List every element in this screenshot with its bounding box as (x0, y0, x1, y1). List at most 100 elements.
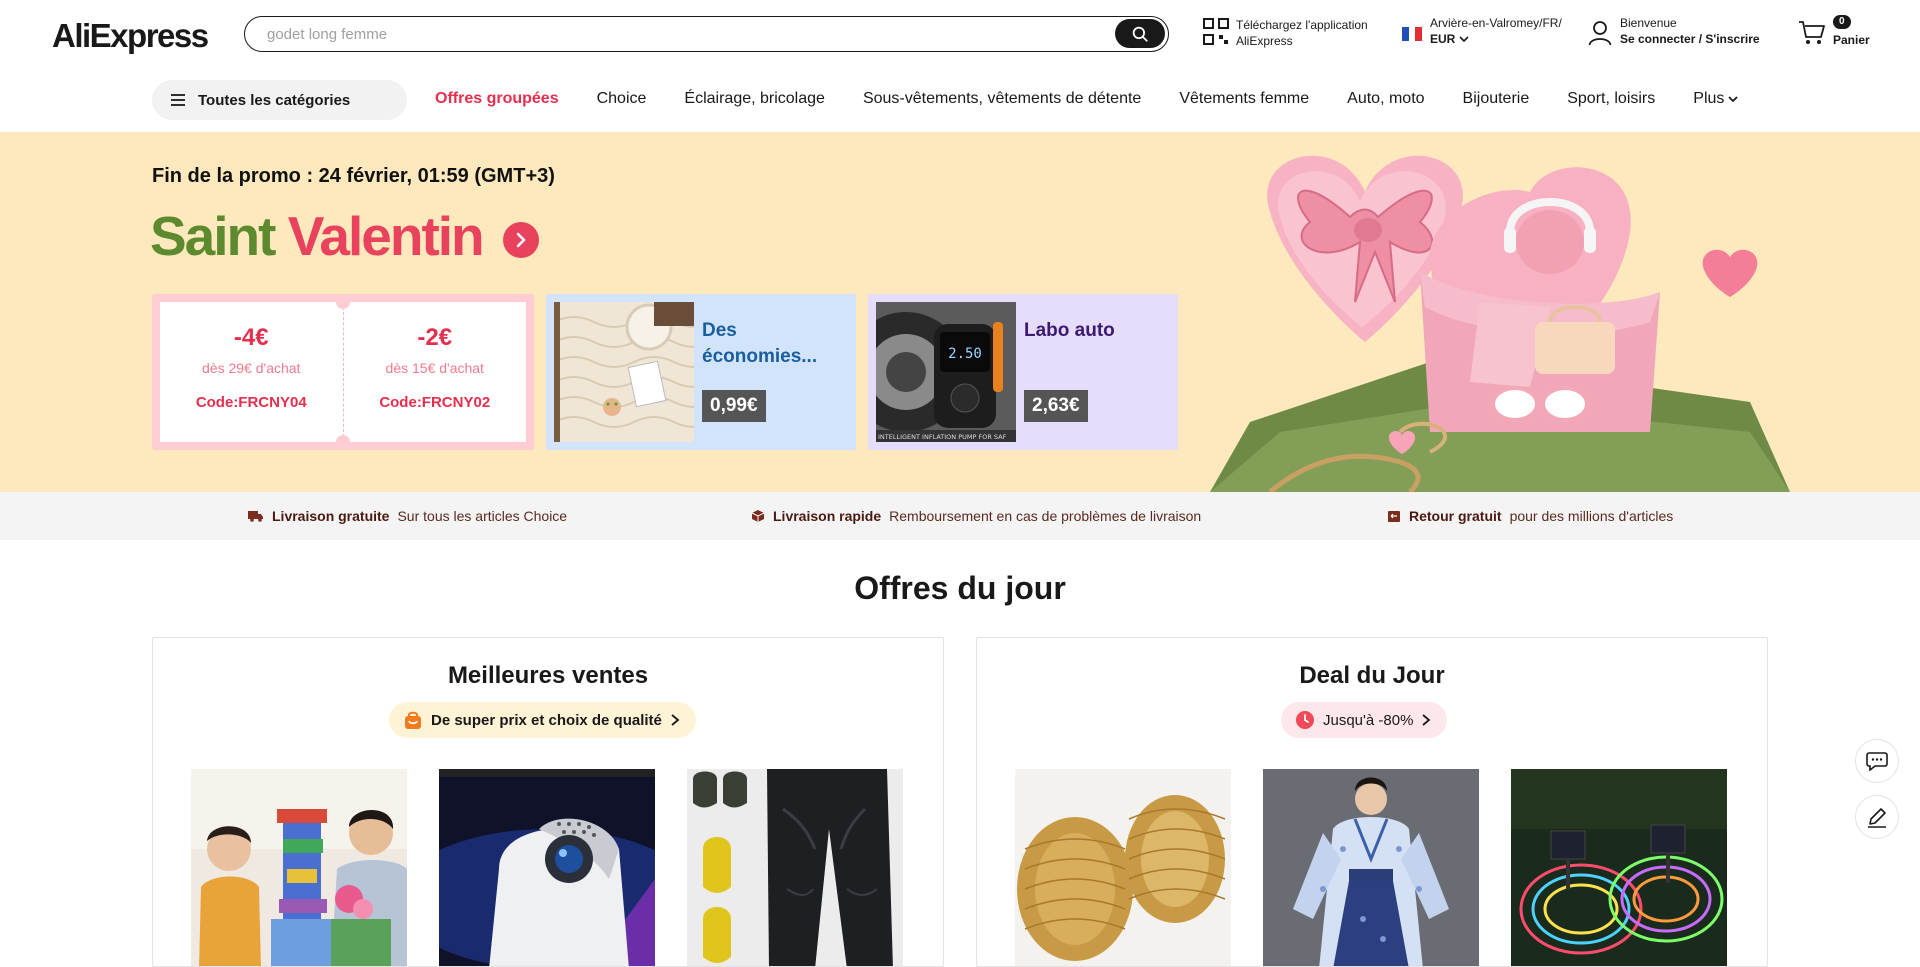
chevron-right-icon (671, 714, 680, 726)
deal-title: Des économies... (702, 320, 818, 367)
coupon-card[interactable]: -4€ dès 29€ d'achat Code:FRCNY04 -2€ dès… (152, 294, 534, 450)
header: AliExpress Téléchargez l'application Ali… (0, 0, 1920, 70)
pill-label: Jusqu'à -80% (1323, 711, 1414, 729)
truck-icon (248, 511, 263, 522)
deal-card-labo-auto[interactable]: 2.50 INTELLIGENT INFLATION PUMP FOR SAF … (868, 294, 1178, 450)
deal-of-the-day-box: Deal du Jour Jusqu'à -80% (976, 637, 1768, 967)
chevron-down-icon (1728, 96, 1739, 103)
nav-more-button[interactable]: Plus (1693, 90, 1739, 108)
deal-of-the-day-pill[interactable]: Jusqu'à -80% (1281, 702, 1448, 738)
coupon-2[interactable]: -2€ dès 15€ d'achat Code:FRCNY02 (342, 302, 527, 442)
app-line2: AliExpress (1236, 34, 1293, 48)
product-image-hanfu-dress[interactable] (1263, 769, 1479, 966)
box-title[interactable]: Deal du Jour (977, 662, 1767, 690)
location-currency-selector[interactable]: Arvière-en-Valromey/FR/ EUR (1430, 15, 1562, 47)
cart-label[interactable]: Panier (1833, 33, 1870, 47)
deal-image-pump: 2.50 INTELLIGENT INFLATION PUMP FOR SAF (876, 302, 1016, 442)
account-link[interactable]: Bienvenue Se connecter / S'inscrire (1620, 15, 1760, 47)
deal-card-economies[interactable]: Des économies... 0,99€ (546, 294, 856, 450)
banner-title-word2: Valentin (287, 205, 485, 267)
benefit-text: pour des millions d'articles (1509, 508, 1674, 524)
deal-price: 0,99€ (702, 390, 766, 422)
search-button[interactable] (1115, 19, 1165, 48)
benefit-bold: Livraison rapide (773, 508, 882, 524)
benefit-text: Remboursement en cas de problèmes de liv… (889, 508, 1202, 524)
coupon-code: Code:FRCNY02 (379, 394, 491, 411)
coupon-amount: -4€ (233, 324, 269, 351)
cart-icon[interactable] (1798, 20, 1826, 50)
product-image-moto-pants[interactable] (687, 769, 903, 966)
banner-title[interactable]: Saint Valentin (150, 204, 485, 268)
box-title[interactable]: Meilleures ventes (153, 662, 943, 690)
section-title: Offres du jour (854, 570, 1066, 606)
menu-icon (171, 94, 185, 106)
location-text: Arvière-en-Valromey/FR/ (1430, 16, 1562, 30)
product-image-building-blocks[interactable] (191, 769, 407, 966)
chevron-down-icon (1459, 36, 1469, 43)
nav-more-label: Plus (1693, 90, 1725, 107)
search-icon (1132, 26, 1148, 42)
promo-banner[interactable]: Fin de la promo : 24 février, 01:59 (GMT… (0, 132, 1920, 492)
coupon-notch (336, 295, 350, 309)
best-sellers-pill[interactable]: De super prix et choix de qualité (389, 702, 696, 738)
product-image-gold-chain[interactable] (1015, 769, 1231, 966)
banner-arrow-button[interactable] (503, 222, 539, 258)
france-flag-icon (1402, 27, 1423, 41)
clock-icon (1296, 711, 1314, 729)
feedback-button[interactable] (1855, 795, 1899, 839)
currency-text: EUR (1430, 32, 1456, 46)
user-icon[interactable] (1588, 20, 1612, 50)
nav-link-vetements-femme[interactable]: Vêtements femme (1179, 90, 1309, 108)
package-icon (751, 510, 765, 522)
return-box-icon (1388, 511, 1400, 522)
benefit-bold: Retour gratuit (1409, 508, 1502, 524)
search-bar (244, 16, 1169, 52)
download-app-link[interactable]: Téléchargez l'application AliExpress (1236, 17, 1386, 49)
product-image-projector[interactable] (439, 769, 655, 966)
benefits-bar: Livraison gratuite Sur tous les articles… (0, 492, 1920, 540)
all-categories-button[interactable]: Toutes les catégories (152, 80, 407, 120)
nav-link-choice[interactable]: Choice (597, 90, 647, 108)
benefit-text: Sur tous les articles Choice (397, 508, 568, 524)
qr-code-icon[interactable] (1203, 18, 1229, 50)
nav-link-eclairage[interactable]: Éclairage, bricolage (684, 90, 825, 108)
product-image-solar-lights[interactable] (1511, 769, 1727, 966)
chat-button[interactable] (1855, 739, 1899, 783)
nav-link-bijouterie[interactable]: Bijouterie (1463, 90, 1530, 108)
search-input[interactable] (267, 24, 1087, 44)
edit-icon (1868, 808, 1886, 828)
nav-link-sous-vetements[interactable]: Sous-vêtements, vêtements de détente (863, 90, 1141, 108)
coupon-minimum: dès 29€ d'achat (202, 360, 301, 376)
best-sellers-box: Meilleures ventes De super prix et choix… (152, 637, 944, 967)
promo-end-text: Fin de la promo : 24 février, 01:59 (GMT… (152, 165, 555, 187)
all-categories-label: Toutes les catégories (198, 91, 351, 109)
benefit-free-return[interactable]: Retour gratuit pour des millions d'artic… (1387, 508, 1673, 524)
valentine-gift-box-image (1190, 132, 1790, 492)
pill-label: De super prix et choix de qualité (431, 711, 662, 729)
aliexpress-logo[interactable]: AliExpress (52, 17, 209, 55)
signin-text: Se connecter / S'inscrire (1620, 32, 1760, 46)
nav-link-auto-moto[interactable]: Auto, moto (1347, 90, 1424, 108)
pump-display: 2.50 (948, 346, 982, 362)
coupon-code: Code:FRCNY04 (195, 394, 307, 411)
banner-title-word1: Saint (150, 205, 276, 267)
benefit-free-shipping[interactable]: Livraison gratuite Sur tous les articles… (248, 508, 567, 524)
app-line1: Téléchargez l'application (1236, 18, 1368, 32)
benefit-fast-delivery[interactable]: Livraison rapide Remboursement en cas de… (751, 508, 1201, 524)
coupon-minimum: dès 15€ d'achat (385, 360, 484, 376)
deal-price: 2,63€ (1024, 390, 1088, 422)
chevron-right-icon (1422, 714, 1431, 726)
deal-title: Labo auto (1024, 320, 1115, 341)
cart-count-badge: 0 (1833, 15, 1851, 29)
category-nav: Toutes les catégories Offres groupées Ch… (0, 78, 1920, 120)
chevron-right-icon (516, 232, 526, 248)
coupon-amount: -2€ (417, 324, 453, 351)
welcome-text: Bienvenue (1620, 16, 1677, 30)
benefit-bold: Livraison gratuite (272, 508, 390, 524)
coupon-4[interactable]: -4€ dès 29€ d'achat Code:FRCNY04 (160, 302, 343, 442)
nav-link-offres-groupees[interactable]: Offres groupées (435, 90, 559, 108)
nav-link-sport-loisirs[interactable]: Sport, loisirs (1567, 90, 1655, 108)
deal-image-knit (554, 302, 694, 442)
pump-caption: INTELLIGENT INFLATION PUMP FOR SAF (878, 433, 1007, 441)
coupon-notch (336, 435, 350, 449)
